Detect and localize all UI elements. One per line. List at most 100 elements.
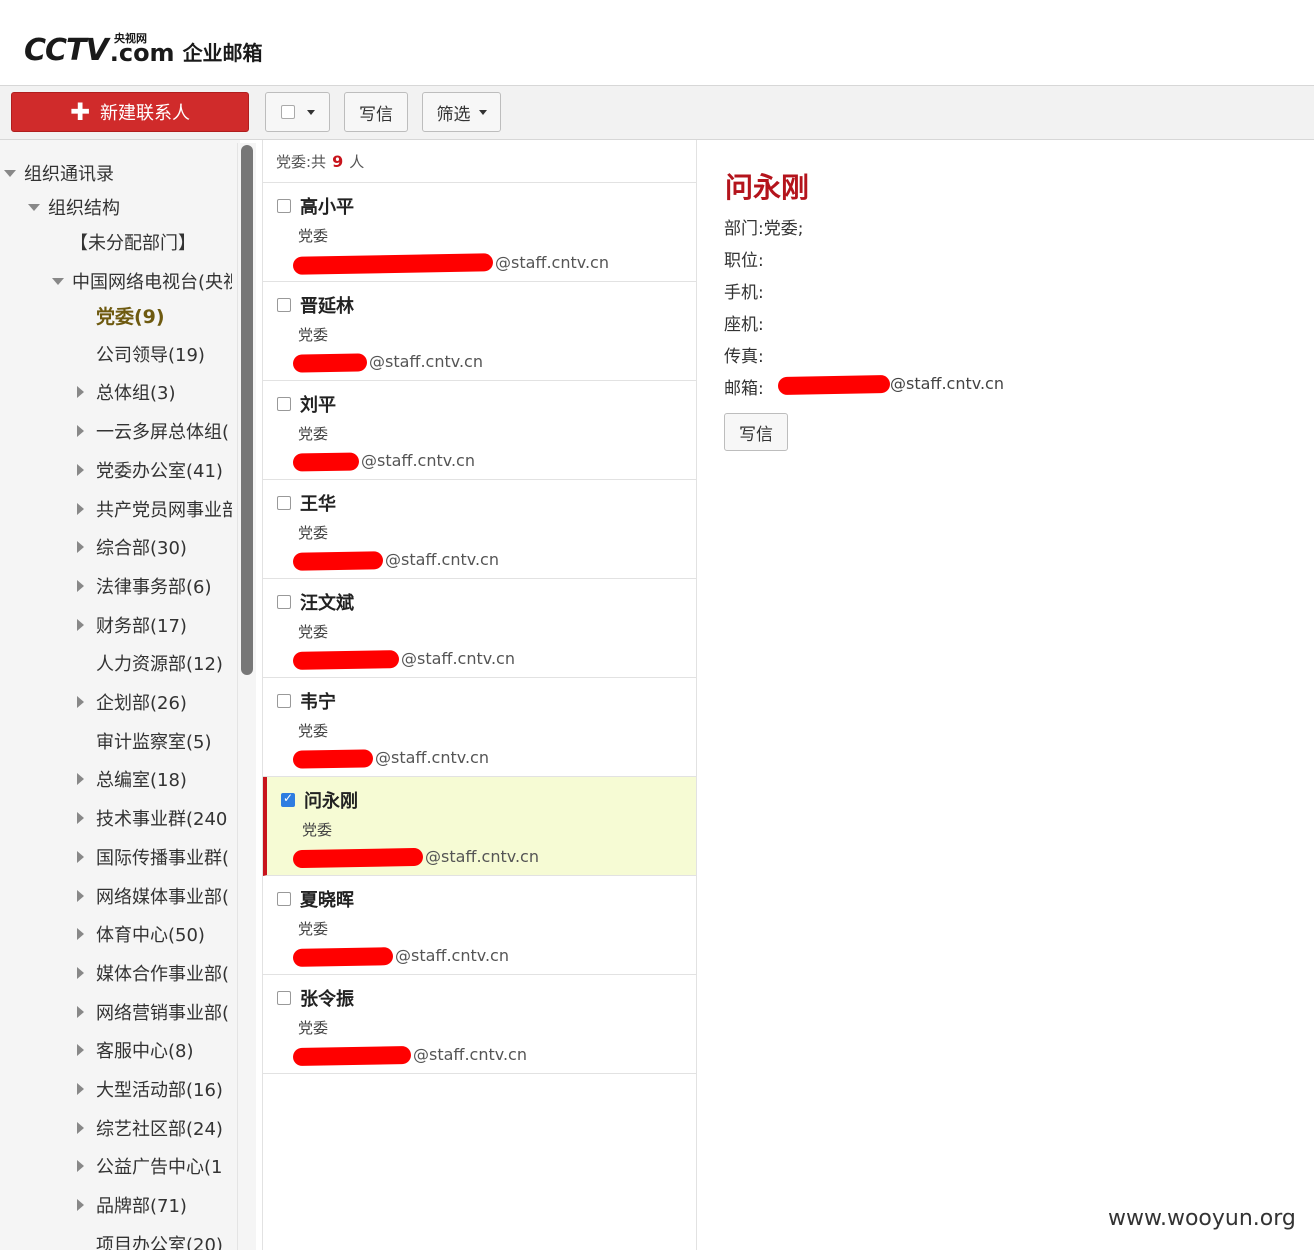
contact-name: 汪文斌 <box>300 593 354 614</box>
contact-checkbox[interactable] <box>277 397 291 411</box>
contact-row[interactable]: 韦宁 党委 @staff.cntv.cn <box>263 678 696 777</box>
contact-email: @staff.cntv.cn <box>369 352 483 371</box>
tree-org[interactable]: 中国网络电视台(央视网) <box>0 266 232 296</box>
expand-icon[interactable] <box>77 541 84 554</box>
contact-dept: 党委 <box>298 920 329 938</box>
sidebar-dept-label: 财务部(17) <box>96 615 187 637</box>
caret-down-icon <box>478 109 487 115</box>
sidebar-dept-item[interactable]: 党委办公室(41) <box>0 455 232 485</box>
detail-write-button[interactable]: 写信 <box>724 413 788 451</box>
contact-checkbox[interactable] <box>277 199 291 213</box>
sidebar-dept-item[interactable]: 总编室(18) <box>0 764 232 794</box>
sidebar-dept-label: 公益广告中心(1 <box>96 1157 223 1179</box>
tree-structure[interactable]: 组织结构 <box>0 192 232 222</box>
detail-name: 问永刚 <box>725 171 810 204</box>
expand-icon[interactable] <box>77 502 84 515</box>
sidebar-dept-item[interactable]: 体育中心(50) <box>0 919 232 949</box>
sidebar-dept-item[interactable]: 企划部(26) <box>0 687 232 717</box>
contact-row[interactable]: 汪文斌 党委 @staff.cntv.cn <box>263 579 696 678</box>
sidebar-dept-label: 客服中心(8) <box>96 1041 194 1063</box>
expand-icon[interactable] <box>77 618 84 631</box>
expand-icon[interactable] <box>77 850 84 863</box>
scroll-thumb[interactable] <box>241 145 253 675</box>
expand-icon[interactable] <box>77 812 84 825</box>
write-mail-button[interactable]: 写信 <box>344 92 408 132</box>
contact-row[interactable]: 刘平 党委 @staff.cntv.cn <box>263 381 696 480</box>
tree-unassigned[interactable]: 【未分配部门】 <box>0 227 232 257</box>
sidebar-dept-item[interactable]: 网络营销事业部( <box>0 997 232 1027</box>
sidebar-dept-item[interactable]: 法律事务部(6) <box>0 571 232 601</box>
sidebar-dept-item[interactable]: 财务部(17) <box>0 610 232 640</box>
redaction-mark <box>292 947 394 967</box>
sidebar-dept-item[interactable]: 一云多屏总体组( <box>0 416 232 446</box>
sidebar-scrollbar[interactable] <box>237 143 256 1250</box>
contact-checkbox[interactable] <box>281 791 295 807</box>
cctv-logo[interactable]: CCTV .com 企业邮箱 央视网 <box>24 22 263 68</box>
sidebar-dept-item[interactable]: 审计监察室(5) <box>0 726 232 756</box>
sidebar-dept-item[interactable]: 技术事业群(240 <box>0 803 232 833</box>
collapse-icon <box>28 203 40 211</box>
expand-icon[interactable] <box>77 425 84 438</box>
contact-row[interactable]: 夏晓晖 党委 @staff.cntv.cn <box>263 876 696 975</box>
expand-icon[interactable] <box>77 1005 84 1018</box>
sidebar-dept-item[interactable]: 人力资源部(12) <box>0 648 232 678</box>
expand-icon[interactable] <box>77 386 84 399</box>
expand-icon[interactable] <box>77 773 84 786</box>
sidebar-dept-item[interactable]: 综合部(30) <box>0 532 232 562</box>
expand-icon[interactable] <box>77 1121 84 1134</box>
tree-root[interactable]: 组织通讯录 <box>0 158 232 188</box>
sidebar-dept-item[interactable]: 网络媒体事业部( <box>0 881 232 911</box>
contact-checkbox[interactable] <box>277 496 291 510</box>
contact-row[interactable]: 高小平 党委 @staff.cntv.cn <box>263 183 696 282</box>
sidebar-dept-item[interactable]: 品牌部(71) <box>0 1190 232 1220</box>
expand-icon[interactable] <box>77 696 84 708</box>
contact-checkbox[interactable] <box>277 298 291 312</box>
sidebar-dept-item[interactable]: 综艺社区部(24) <box>0 1113 232 1143</box>
filter-label: 筛选 <box>436 104 471 125</box>
redaction-mark <box>292 551 384 571</box>
contact-row[interactable]: 问永刚党委 @staff.cntv.cn <box>263 777 696 876</box>
contact-name: 高小平 <box>300 197 354 218</box>
sidebar-dept-item[interactable]: 大型活动部(16) <box>0 1074 232 1104</box>
sidebar-dept-label: 总体组(3) <box>96 383 176 405</box>
filter-dropdown[interactable]: 筛选 <box>422 92 501 132</box>
contact-row[interactable]: 王华 党委 @staff.cntv.cn <box>263 480 696 579</box>
detail-phone: 座机: <box>724 315 764 335</box>
contact-dept: 党委 <box>302 821 333 839</box>
expand-icon[interactable] <box>77 1199 84 1212</box>
plus-icon: ✚ <box>69 98 91 126</box>
contact-row[interactable]: 晋延林 党委 @staff.cntv.cn <box>263 282 696 381</box>
sidebar-dept-item[interactable]: 共产党员网事业部 <box>0 494 232 524</box>
expand-icon[interactable] <box>77 1083 84 1095</box>
expand-icon[interactable] <box>77 928 84 941</box>
expand-icon[interactable] <box>77 1044 84 1057</box>
expand-icon[interactable] <box>77 966 84 979</box>
contact-row[interactable]: 张令振 党委 @staff.cntv.cn <box>263 975 696 1074</box>
contact-checkbox[interactable] <box>277 991 291 1005</box>
contact-count: 9 <box>332 151 344 171</box>
sidebar-dept-item[interactable]: 国际传播事业群( <box>0 842 232 872</box>
contact-name: 问永刚 <box>304 791 358 812</box>
sidebar-dept-item[interactable]: 公益广告中心(1 <box>0 1151 232 1181</box>
contact-checkbox[interactable] <box>277 892 291 906</box>
expand-icon[interactable] <box>77 463 84 476</box>
expand-icon[interactable] <box>77 1160 84 1173</box>
contact-checkbox[interactable] <box>277 595 291 609</box>
new-contact-button[interactable]: ✚ 新建联系人 <box>11 92 249 132</box>
sidebar-dept-label: 媒体合作事业部( <box>96 963 230 985</box>
contact-checkbox[interactable] <box>277 694 291 708</box>
sidebar-dept-item[interactable]: 媒体合作事业部( <box>0 958 232 988</box>
contact-name: 夏晓晖 <box>300 890 354 911</box>
contact-name: 张令振 <box>300 989 354 1010</box>
expand-icon[interactable] <box>77 889 84 902</box>
select-all-dropdown[interactable] <box>265 92 330 132</box>
contact-name: 韦宁 <box>300 692 336 713</box>
sidebar-dept-item[interactable]: 客服中心(8) <box>0 1035 232 1065</box>
sidebar-dept-item[interactable]: 项目办公室(20) <box>0 1229 232 1250</box>
sidebar-dept-item[interactable]: 党委(9) <box>0 300 232 330</box>
sidebar-dept-label: 体育中心(50) <box>96 925 205 947</box>
expand-icon[interactable] <box>77 579 84 592</box>
sidebar-dept-item[interactable]: 公司领导(19) <box>0 339 232 369</box>
detail-email[interactable]: @staff.cntv.cn <box>890 374 1004 393</box>
sidebar-dept-item[interactable]: 总体组(3) <box>0 377 232 407</box>
